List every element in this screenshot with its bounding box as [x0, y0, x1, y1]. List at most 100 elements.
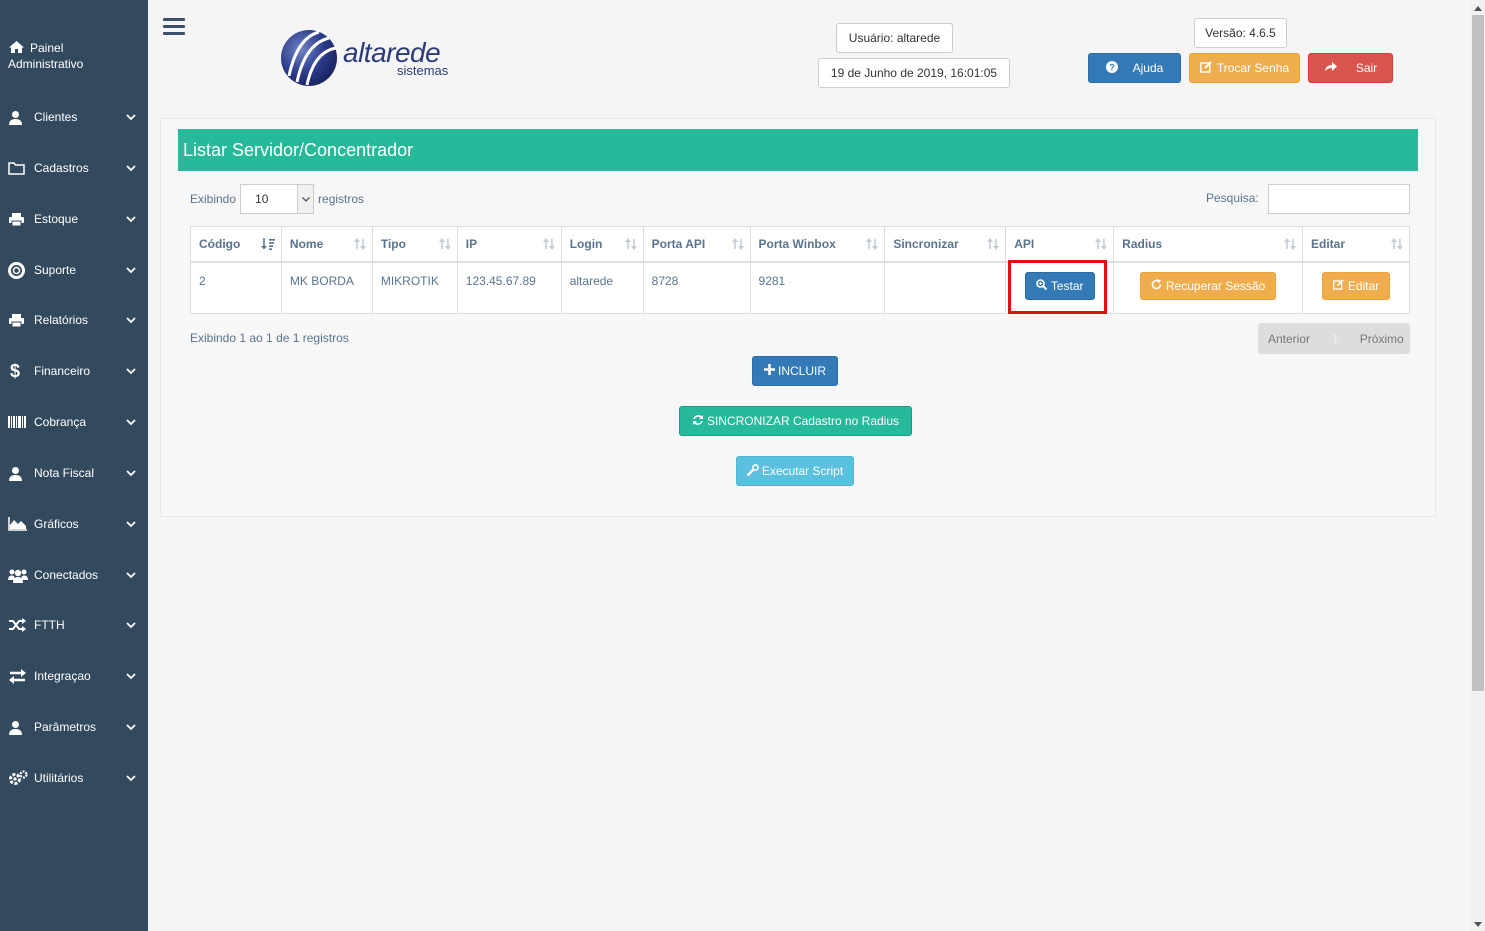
refresh-icon — [1151, 278, 1162, 293]
cell-nome: MK BORDA — [280, 261, 373, 314]
user-icon — [8, 466, 34, 481]
edit-row-button[interactable]: Editar — [1321, 271, 1391, 300]
pagination-next[interactable]: Próximo — [1360, 332, 1404, 346]
pagination: Anterior 1 Próximo — [1258, 323, 1410, 354]
test-api-label: Testar — [1050, 278, 1084, 293]
sort-icon — [542, 238, 555, 253]
chevron-down-icon — [126, 164, 148, 172]
column-header-tipo[interactable]: Tipo — [371, 226, 458, 263]
sidebar-item-label: Gráficos — [34, 517, 79, 531]
sidebar-item-label: Conectados — [34, 568, 99, 582]
page-scrollbar[interactable] — [1470, 0, 1485, 931]
chevron-down-icon — [126, 723, 148, 731]
share-arrow-icon — [1324, 61, 1337, 75]
column-header-ip[interactable]: IP — [456, 226, 562, 263]
menu-toggle-button[interactable] — [163, 18, 185, 36]
print-icon — [8, 313, 34, 328]
sidebar-item-integracao[interactable]: Integraçao — [0, 661, 148, 691]
sidebar-item-cadastros[interactable]: Cadastros — [0, 153, 148, 183]
column-header-editar[interactable]: Editar — [1301, 226, 1411, 263]
column-header-porta-api[interactable]: Porta API — [642, 226, 751, 263]
page-size-prefix: Exibindo — [190, 192, 237, 206]
run-script-button[interactable]: Executar Script — [736, 456, 854, 486]
wrench-icon — [746, 463, 759, 479]
sidebar-item-label: Cobrança — [34, 415, 87, 429]
sidebar-item-conectados[interactable]: Conectados — [0, 560, 148, 590]
question-circle-icon: ? — [1105, 60, 1118, 76]
search-label: Pesquisa: — [1206, 191, 1259, 205]
cell-editar: Editar — [1301, 261, 1411, 314]
scroll-down-icon[interactable] — [1470, 917, 1485, 931]
sort-icon — [866, 238, 879, 253]
sidebar-item-label: Suporte — [34, 263, 77, 277]
page-size-select[interactable]: 10 — [240, 184, 315, 214]
recover-session-button[interactable]: Recuperar Sessão — [1139, 271, 1277, 300]
logout-button[interactable]: Sair — [1308, 53, 1393, 83]
column-header-radius[interactable]: Radius — [1113, 226, 1303, 263]
pagination-page[interactable]: 1 — [1332, 332, 1339, 346]
sidebar-item-label: Financeiro — [34, 364, 91, 378]
sidebar-item-estoque[interactable]: Estoque — [0, 204, 148, 234]
column-header-api[interactable]: API — [1005, 226, 1115, 263]
chevron-down-icon — [297, 185, 314, 213]
change-password-label: Trocar Senha — [1216, 61, 1290, 75]
edit-icon — [1199, 60, 1212, 76]
sidebar-item-label: Integraçao — [34, 669, 91, 683]
search-plus-icon — [1036, 278, 1048, 293]
refresh-icon — [692, 414, 704, 429]
user-icon — [8, 110, 34, 125]
chevron-down-icon — [126, 316, 148, 324]
sidebar-item-financeiro[interactable]: $ Financeiro — [0, 356, 148, 386]
folder-icon — [8, 161, 34, 175]
column-header-codigo[interactable]: Código — [190, 226, 282, 263]
cell-porta-api: 8728 — [642, 261, 751, 314]
run-script-label: Executar Script — [761, 464, 844, 478]
table-header-row: Código Nome Tipo IP Login Porta API Port… — [190, 226, 1411, 263]
chevron-down-icon — [126, 621, 148, 629]
pagination-previous[interactable]: Anterior — [1268, 332, 1310, 346]
chevron-down-icon — [126, 215, 148, 223]
scrollbar-thumb[interactable] — [1472, 15, 1484, 691]
search-input[interactable] — [1268, 184, 1410, 214]
area-chart-icon — [8, 517, 34, 531]
sidebar-item-ftth[interactable]: FTTH — [0, 610, 148, 640]
chevron-down-icon — [126, 266, 148, 274]
logo-globe-icon — [281, 30, 337, 86]
sort-icon — [353, 238, 366, 253]
cell-codigo: 2 — [190, 261, 282, 314]
chevron-down-icon — [126, 367, 148, 375]
add-button[interactable]: INCLUIR — [752, 356, 838, 386]
page-size-suffix: registros — [318, 192, 365, 206]
column-header-login[interactable]: Login — [560, 226, 644, 263]
sidebar-item-suporte[interactable]: Suporte — [0, 255, 148, 285]
column-header-nome[interactable]: Nome — [280, 226, 373, 263]
test-api-button[interactable]: Testar — [1024, 271, 1095, 300]
scroll-up-icon[interactable] — [1470, 1, 1485, 15]
chevron-down-icon — [126, 774, 148, 782]
sync-radius-label: SINCRONIZAR Cadastro no Radius — [706, 414, 900, 428]
version-label: Versão: 4.6.5 — [1194, 18, 1287, 48]
sort-icon — [1283, 238, 1296, 253]
sidebar-item-clientes[interactable]: Clientes — [0, 102, 148, 132]
lifebuoy-icon — [8, 261, 34, 279]
change-password-button[interactable]: Trocar Senha — [1189, 53, 1300, 83]
hamburger-bar — [163, 25, 185, 28]
sidebar-item-nota-fiscal[interactable]: Nota Fiscal — [0, 458, 148, 488]
user-icon — [8, 720, 34, 735]
sidebar-item-relatorios[interactable]: Relatórios — [0, 305, 148, 335]
page-title: Listar Servidor/Concentrador — [178, 129, 1418, 171]
help-button[interactable]: ? Ajuda — [1088, 53, 1181, 83]
column-header-sincronizar[interactable]: Sincronizar — [884, 226, 1007, 263]
column-header-porta-winbox[interactable]: Porta Winbox — [749, 226, 886, 263]
sidebar-item-utilitarios[interactable]: Utilitários — [0, 763, 148, 793]
sidebar-item-graficos[interactable]: Gráficos — [0, 509, 148, 539]
sync-radius-button[interactable]: SINCRONIZAR Cadastro no Radius — [679, 406, 912, 436]
sidebar-brand[interactable]: Painel Administrativo — [8, 40, 143, 72]
cell-sincronizar — [884, 261, 1007, 314]
exchange-icon — [8, 668, 34, 684]
sidebar-item-parametros[interactable]: Parâmetros — [0, 712, 148, 742]
sidebar-item-cobranca[interactable]: Cobrança — [0, 407, 148, 437]
barcode-icon — [8, 415, 34, 429]
sidebar-item-label: Relatórios — [34, 313, 89, 327]
cell-api: Testar — [1005, 261, 1115, 314]
